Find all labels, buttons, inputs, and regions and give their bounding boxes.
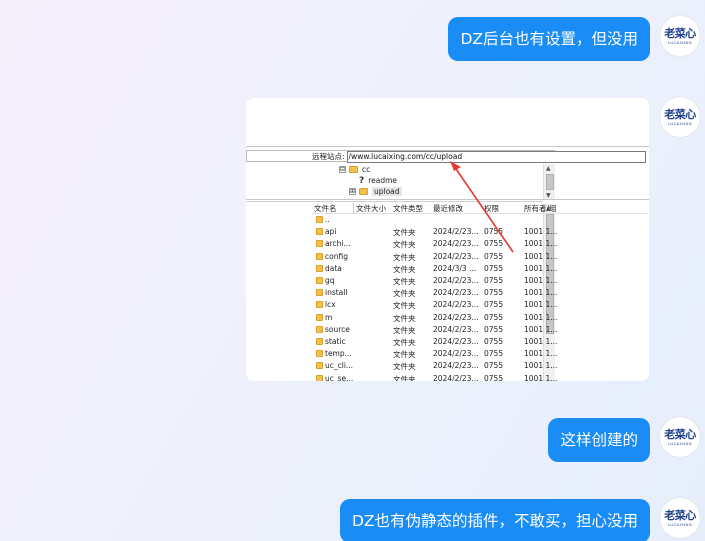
screenshot-image[interactable]: ▼ ▲ ▼ ▲ 远程站点: /www.lucaixing.com/cc/uplo…	[246, 98, 649, 381]
avatar-logo-subtext: LUCAIXING	[667, 440, 693, 446]
avatar[interactable]: 老菜心 LUCAIXING	[660, 97, 700, 137]
avatar[interactable]: 老菜心 LUCAIXING	[660, 16, 700, 56]
avatar[interactable]: 老菜心 LUCAIXING	[660, 417, 700, 457]
message-bubble: 这样创建的	[548, 418, 650, 462]
avatar-logo-text: 老菜心	[664, 107, 696, 121]
avatar-logo-text: 老菜心	[664, 508, 696, 522]
annotation-arrow-line	[453, 165, 514, 253]
message-bubble: DZ也有伪静态的插件，不敢买，担心没用	[339, 499, 650, 541]
message-bubble: DZ后台也有设置，但没用	[448, 17, 650, 61]
annotation-arrow	[450, 161, 514, 253]
avatar-logo-text: 老菜心	[664, 427, 696, 441]
avatar-logo-subtext: LUCAIXING	[667, 39, 693, 45]
avatar[interactable]: 老菜心 LUCAIXING	[660, 498, 700, 538]
avatar-logo-text: 老菜心	[664, 26, 696, 40]
avatar-logo-subtext: LUCAIXING	[667, 120, 693, 126]
avatar-logo-subtext: LUCAIXING	[667, 521, 693, 527]
annotation-arrow-head	[450, 161, 461, 171]
